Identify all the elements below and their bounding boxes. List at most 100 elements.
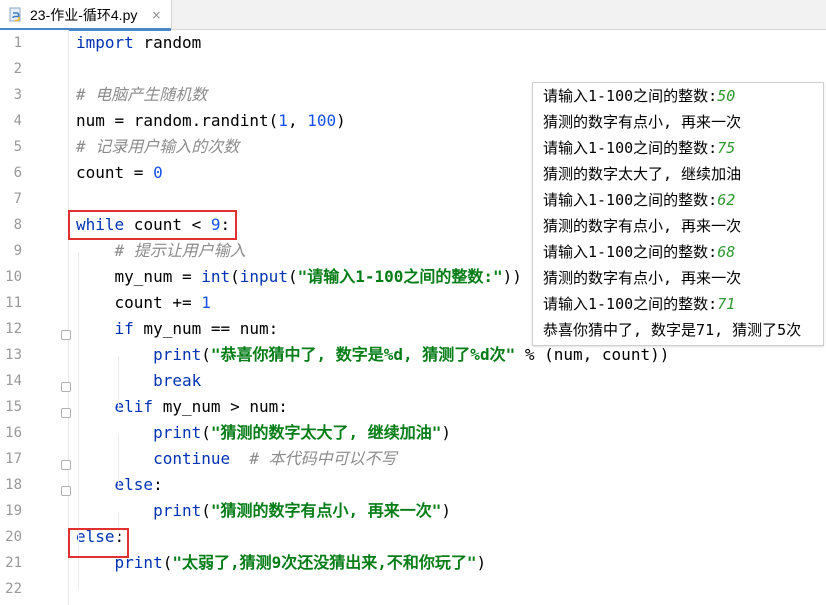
output-line: 猜测的数字太大了, 继续加油 (543, 161, 741, 187)
line-number: 20 (5, 529, 22, 545)
code-text: print("猜测的数字太大了, 继续加油") (76, 420, 451, 446)
code-token: ( (201, 501, 211, 520)
output-text: 猜测的数字太大了, 继续加油 (543, 165, 742, 183)
line-number: 12 (5, 321, 22, 337)
code-text: else: (76, 472, 163, 498)
output-line: 猜测的数字有点小, 再来一次 (543, 265, 741, 291)
code-text: my_num = int(input("请输入1-100之间的整数:")) (76, 264, 522, 290)
output-text: 请输入1-100之间的整数: (543, 191, 718, 209)
code-text: elif my_num > num: (76, 394, 288, 420)
code-token: 1 (201, 293, 211, 312)
code-token: my_num = (76, 267, 202, 286)
code-token: continue (153, 449, 231, 468)
code-token: print (153, 423, 202, 442)
line-number: 22 (5, 581, 22, 597)
run-output-panel: 请输入1-100之间的整数:50 猜测的数字有点小, 再来一次 请输入1-100之间… (532, 82, 824, 346)
code-token: , (287, 111, 308, 130)
code-token: 1 (278, 111, 288, 130)
output-text: 请输入1-100之间的整数: (543, 243, 718, 261)
code-token: my_num == num: (133, 319, 279, 338)
code-token: ) (441, 501, 452, 520)
code-token: "猜测的数字有点小, 再来一次" (210, 501, 442, 520)
code-token: ( (201, 345, 211, 364)
line-number: 10 (5, 269, 22, 285)
code-line[interactable]: 2 (0, 56, 826, 82)
output-line: 恭喜你猜中了, 数字是71, 猜测了5次 (543, 317, 801, 343)
output-text: 请输入1-100之间的整数: (543, 87, 718, 105)
code-token: ( (201, 423, 211, 442)
line-number: 4 (13, 113, 22, 129)
code-token: ( (287, 267, 298, 286)
indent-guide (118, 356, 119, 408)
line-number: 18 (5, 477, 22, 493)
line-number: 8 (13, 217, 22, 233)
fold-marker-icon[interactable] (61, 330, 71, 340)
code-token: ) (441, 423, 452, 442)
else-highlight-box (68, 528, 129, 558)
output-text: 请输入1-100之间的整数: (543, 295, 718, 313)
code-line[interactable]: 1 import random (0, 30, 826, 56)
fold-marker-icon[interactable] (61, 382, 71, 392)
output-line: 猜测的数字有点小, 再来一次 (543, 213, 741, 239)
code-token: 100 (307, 111, 337, 130)
code-token: input (239, 267, 288, 286)
code-token: )) (502, 267, 522, 286)
code-token: if (114, 319, 134, 338)
line-number: 5 (13, 139, 22, 155)
code-line[interactable]: 14 break (0, 368, 826, 394)
close-icon[interactable]: × (151, 8, 161, 22)
code-token: print (153, 345, 202, 364)
code-line[interactable]: 15 elif my_num > num: (0, 394, 826, 420)
code-token: ) (336, 111, 346, 130)
line-number: 21 (5, 555, 22, 571)
code-text: print("猜测的数字有点小, 再来一次") (76, 498, 451, 524)
code-token: count += (76, 293, 202, 312)
code-token: ( (230, 267, 240, 286)
code-token: "请输入1-100之间的整数:" (297, 267, 503, 286)
line-number: 7 (13, 191, 22, 207)
line-number: 11 (5, 295, 22, 311)
code-text: break (76, 368, 201, 394)
fold-marker-icon[interactable] (61, 486, 71, 496)
user-input-value: 68 (717, 243, 736, 261)
user-input-value: 50 (717, 87, 736, 105)
line-number: 3 (13, 87, 22, 103)
code-line[interactable]: 19 print("猜测的数字有点小, 再来一次") (0, 498, 826, 524)
fold-marker-icon[interactable] (61, 408, 71, 418)
code-line[interactable]: 16 print("猜测的数字太大了, 继续加油") (0, 420, 826, 446)
code-text: # 记录用户输入的次数 (76, 134, 239, 160)
code-token: 0 (153, 163, 163, 182)
code-token: ) (476, 553, 487, 572)
code-line[interactable]: 22 (0, 576, 826, 602)
line-number: 1 (13, 35, 22, 51)
file-tab[interactable]: 23-作业-循环4.py × (0, 0, 173, 31)
python-file-icon (9, 7, 21, 22)
output-text: 猜测的数字有点小, 再来一次 (543, 113, 742, 131)
output-line: 请输入1-100之间的整数:71 (543, 291, 735, 317)
code-token: % (num, count)) (515, 345, 670, 364)
line-number: 9 (13, 243, 22, 259)
code-text: print("太弱了,猜测9次还没猜出来,不和你玩了") (76, 550, 487, 576)
code-line[interactable]: 18 else: (0, 472, 826, 498)
code-token: else (114, 475, 154, 494)
code-token: print (153, 501, 202, 520)
code-text: num = random.randint(1, 100) (76, 108, 346, 134)
code-token: import (76, 33, 134, 52)
line-number: 2 (13, 61, 22, 77)
code-token: # 记录用户输入的次数 (76, 137, 240, 156)
code-text: count = 0 (76, 160, 163, 186)
user-input-value: 62 (717, 191, 736, 209)
line-number: 15 (5, 399, 22, 415)
code-line[interactable]: 17 continue # 本代码中可以不写 (0, 446, 826, 472)
code-text: # 电脑产生随机数 (76, 82, 207, 108)
output-line: 请输入1-100之间的整数:68 (543, 239, 735, 265)
fold-marker-icon[interactable] (61, 460, 71, 470)
